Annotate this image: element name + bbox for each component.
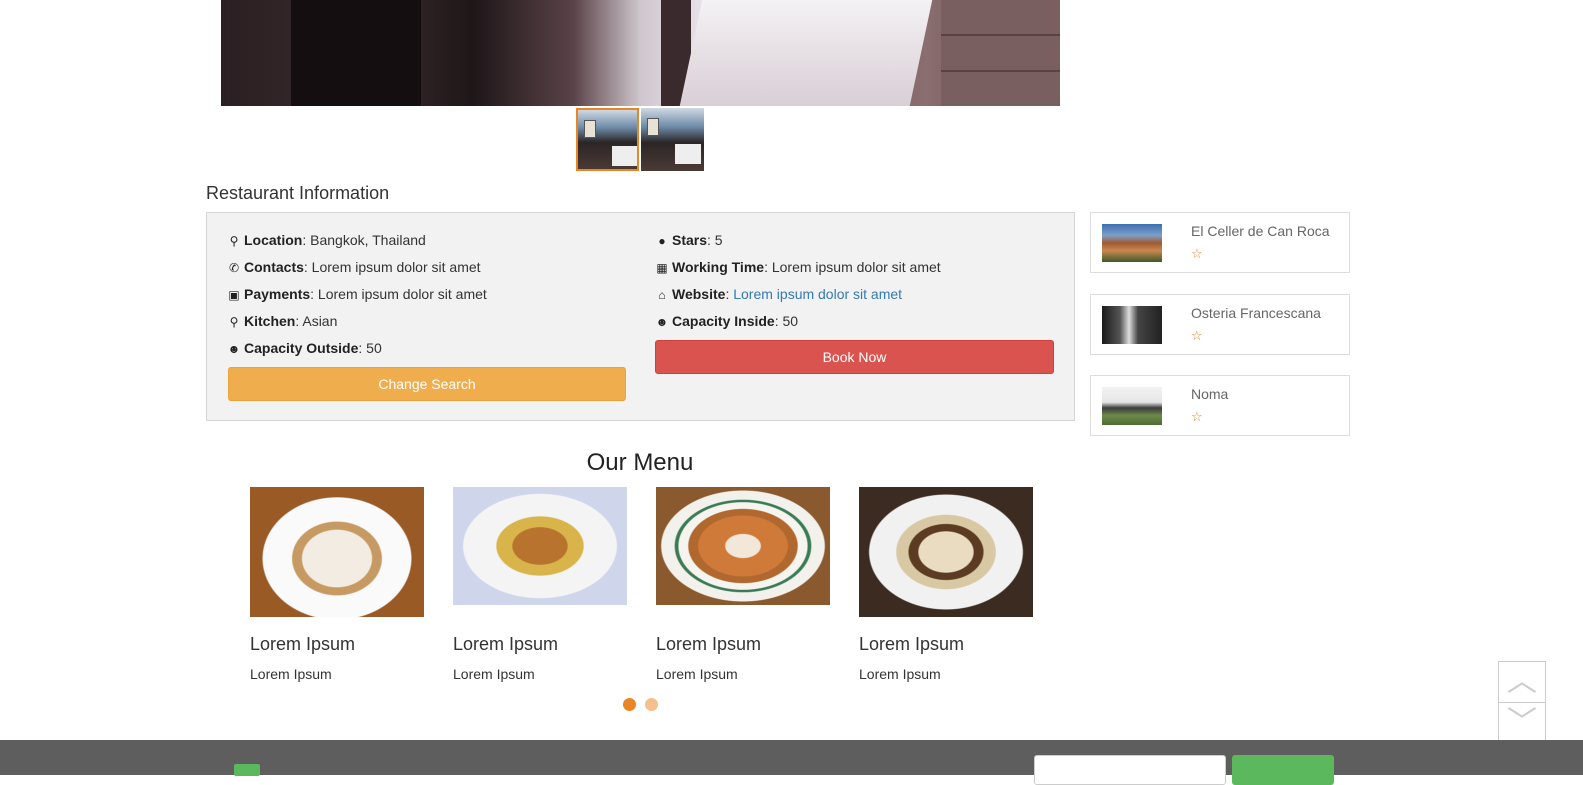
menu-item-image[interactable] [859,487,1033,617]
restaurant-name[interactable]: El Celler de Can Roca [1191,223,1330,239]
menu-item-title: Lorem Ipsum [453,634,559,654]
star-icon: ☆ [1191,246,1203,261]
money-icon: ▣ [228,288,240,302]
info-payments: ▣ Payments: Lorem ipsum dolor sit amet [228,286,487,302]
restaurant-info-panel: ⚲ Location: Bangkok, Thailand ✆ Contacts: … [206,212,1075,421]
restaurant-thumbnail [1102,387,1162,425]
menu-item-image[interactable] [453,487,627,605]
menu-title: Our Menu [586,449,694,476]
menu-item-subtitle: Lorem Ipsum [656,666,738,682]
users-icon: ☻ [655,315,669,329]
info-kitchen: ⚲ Kitchen: Asian [227,313,338,329]
menu-item-image[interactable] [656,487,830,605]
restaurant-name[interactable]: Osteria Francescana [1191,305,1321,321]
chevron-up-icon: ︿ [1507,665,1537,698]
chevron-down-icon: ﹀ [1507,706,1537,739]
menu-item-subtitle: Lorem Ipsum [250,666,332,682]
comment-icon: ● [658,234,666,248]
sidebar-restaurant-card[interactable]: Noma ☆ [1090,375,1350,436]
menu-item-subtitle: Lorem Ipsum [453,666,535,682]
carousel-dot-active[interactable] [623,698,636,711]
info-website: ⌂ Website: Lorem ipsum dolor sit amet [655,286,902,302]
info-contacts: ✆ Contacts: Lorem ipsum dolor sit amet [228,259,481,275]
newsletter-submit-button[interactable] [1232,755,1334,785]
restaurant-thumbnail [1102,224,1162,262]
newsletter-input[interactable] [1034,755,1226,785]
calendar-icon: ▦ [656,261,668,275]
hero-image [221,0,1060,106]
restaurant-thumbnail [1102,306,1162,344]
gallery-thumbnail-1[interactable] [576,108,639,171]
footer [0,740,1583,785]
sidebar-restaurant-card[interactable]: El Celler de Can Roca ☆ [1090,212,1350,273]
map-marker-icon: ⚲ [229,234,239,248]
section-title: Restaurant Information [206,183,390,203]
menu-item[interactable]: Lorem Ipsum Lorem Ipsum [250,487,424,682]
menu-item[interactable]: Lorem Ipsum Lorem Ipsum [453,487,627,682]
carousel-dot[interactable] [645,698,658,711]
scroll-down-button[interactable]: ﹀ [1498,702,1546,744]
users-icon: ☻ [227,342,241,356]
map-marker-icon: ⚲ [229,315,239,329]
star-icon: ☆ [1191,409,1203,424]
info-working-time: ▦ Working Time: Lorem ipsum dolor sit ame… [656,259,941,275]
star-icon: ☆ [1191,328,1203,343]
restaurant-name[interactable]: Noma [1191,386,1228,402]
book-now-button[interactable]: Book Now [655,340,1054,374]
menu-item-image[interactable] [250,487,424,617]
info-stars: ● Stars: 5 [655,232,722,248]
website-link[interactable]: Lorem ipsum dolor sit amet [733,286,902,302]
info-location: ⚲ Location: Bangkok, Thailand [227,232,426,248]
change-search-button[interactable]: Change Search [228,367,626,401]
footer-logo [234,764,260,776]
gallery-thumbnail-2[interactable] [641,108,704,171]
menu-item[interactable]: Lorem Ipsum Lorem Ipsum [859,487,1033,682]
menu-item-title: Lorem Ipsum [656,634,762,654]
menu-item-title: Lorem Ipsum [250,634,356,654]
menu-item-subtitle: Lorem Ipsum [859,666,941,682]
phone-icon: ✆ [228,261,240,275]
info-capacity-outside: ☻ Capacity Outside: 50 [227,340,382,356]
menu-item[interactable]: Lorem Ipsum Lorem Ipsum [656,487,830,682]
sidebar-restaurant-card[interactable]: Osteria Francescana ☆ [1090,294,1350,355]
scroll-up-button[interactable]: ︿ [1498,661,1546,703]
info-capacity-inside: ☻ Capacity Inside: 50 [655,313,799,329]
menu-item-title: Lorem Ipsum [859,634,965,654]
home-icon: ⌂ [658,288,666,302]
